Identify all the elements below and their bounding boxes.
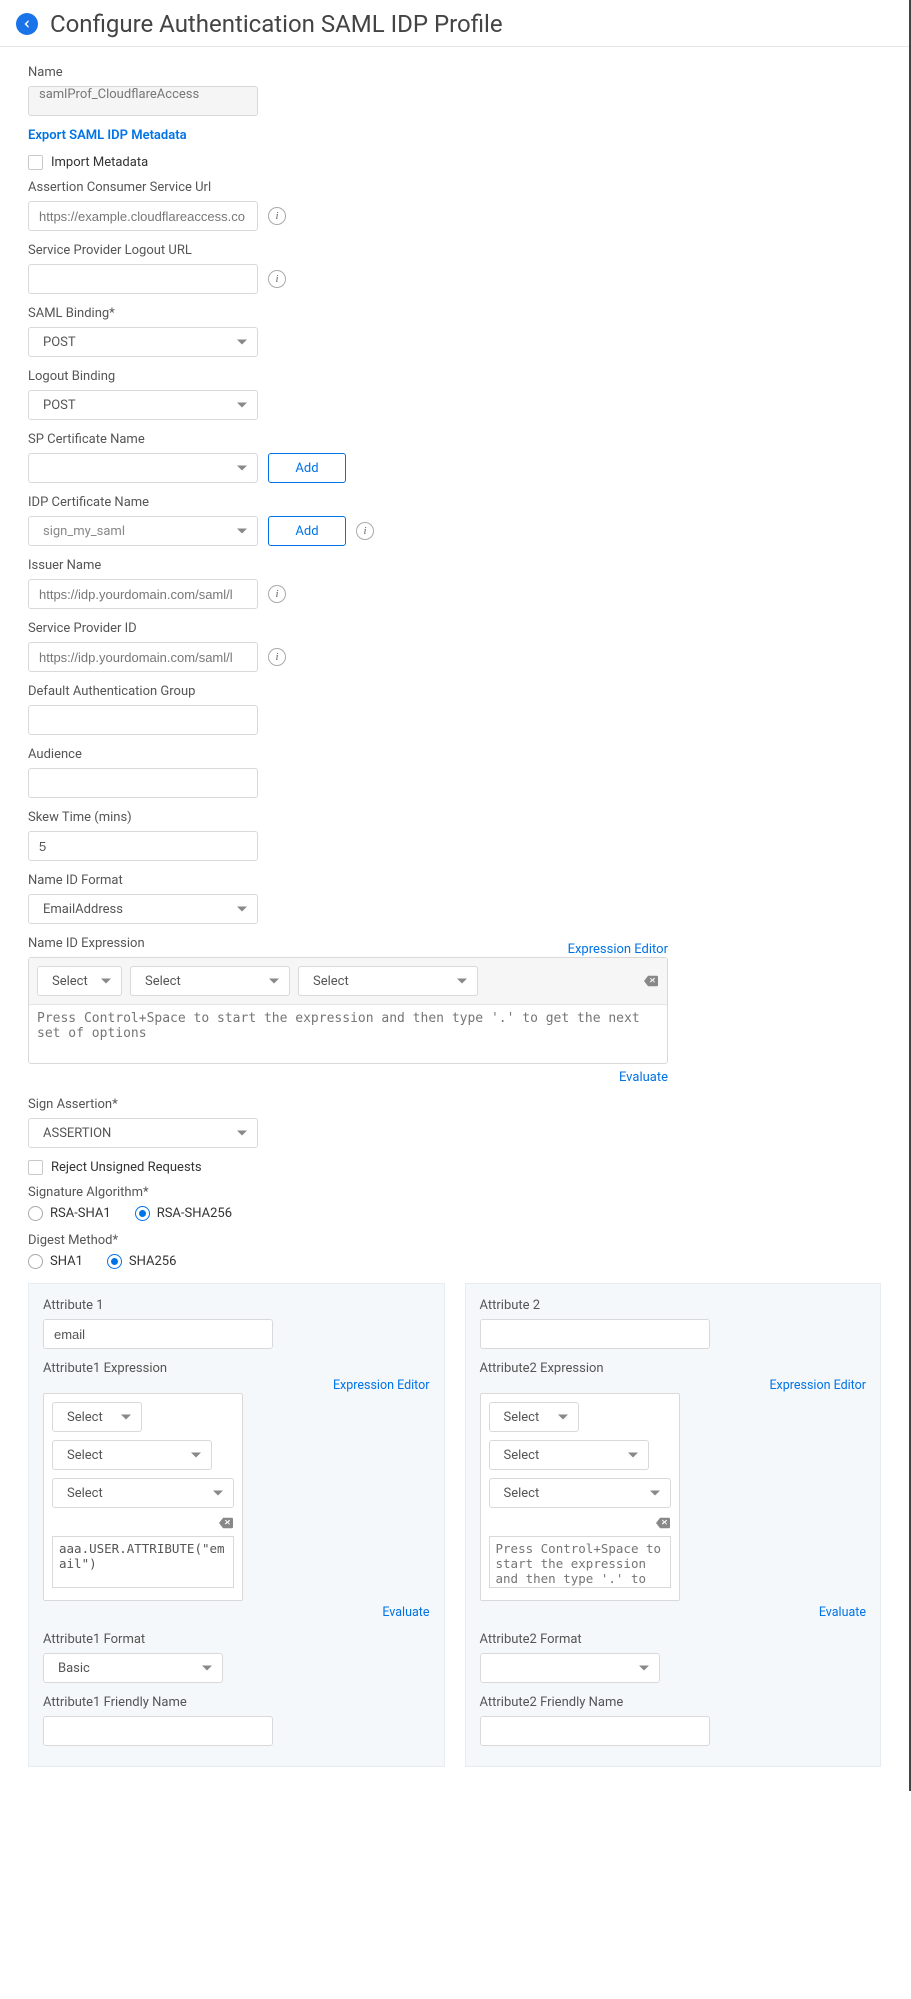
sp-cert-select[interactable] bbox=[28, 453, 258, 483]
sign-assertion-select[interactable]: ASSERTION bbox=[28, 1118, 258, 1148]
sp-logout-label: Service Provider Logout URL bbox=[28, 243, 881, 258]
name-input[interactable]: samlProf_CloudflareAccess bbox=[28, 86, 258, 116]
sig-alg-label: Signature Algorithm* bbox=[28, 1185, 881, 1200]
backspace-icon[interactable] bbox=[643, 974, 659, 988]
digest-label: Digest Method* bbox=[28, 1233, 881, 1248]
attr2-friendly-input[interactable] bbox=[480, 1716, 710, 1746]
digest-sha1-radio[interactable] bbox=[28, 1254, 43, 1269]
nameid-expr-label: Name ID Expression bbox=[28, 936, 145, 951]
import-metadata-checkbox[interactable] bbox=[28, 155, 43, 170]
nameid-expression-block: Select Select Select bbox=[28, 957, 668, 1064]
spid-input[interactable] bbox=[28, 642, 258, 672]
expression-editor-link[interactable]: Expression Editor bbox=[769, 1378, 866, 1393]
idp-cert-label: IDP Certificate Name bbox=[28, 495, 881, 510]
attr2-expression-textarea[interactable] bbox=[489, 1536, 671, 1588]
def-auth-group-label: Default Authentication Group bbox=[28, 684, 881, 699]
saml-binding-select[interactable]: POST bbox=[28, 327, 258, 357]
attr2-sel-3[interactable]: Select bbox=[489, 1478, 671, 1508]
attr1-sel-2[interactable]: Select bbox=[52, 1440, 212, 1470]
evaluate-link[interactable]: Evaluate bbox=[819, 1605, 866, 1620]
attr1-expr-label: Attribute1 Expression bbox=[43, 1361, 430, 1376]
attr2-sel-2[interactable]: Select bbox=[489, 1440, 649, 1470]
attr1-fmt-label: Attribute1 Format bbox=[43, 1632, 430, 1647]
skew-input[interactable] bbox=[28, 831, 258, 861]
sign-assertion-label: Sign Assertion* bbox=[28, 1097, 881, 1112]
sp-cert-add-button[interactable]: Add bbox=[268, 453, 346, 483]
attr1-sel-1[interactable]: Select bbox=[52, 1402, 142, 1432]
attribute1-panel: Attribute 1 Attribute1 Expression Expres… bbox=[28, 1283, 445, 1767]
evaluate-link[interactable]: Evaluate bbox=[619, 1070, 668, 1085]
info-icon[interactable]: i bbox=[268, 207, 286, 225]
back-button[interactable] bbox=[16, 13, 38, 35]
def-auth-group-input[interactable] bbox=[28, 705, 258, 735]
info-icon[interactable]: i bbox=[268, 270, 286, 288]
sig-rsa-sha1-radio[interactable] bbox=[28, 1206, 43, 1221]
attr1-format-select[interactable]: Basic bbox=[43, 1653, 223, 1683]
info-icon[interactable]: i bbox=[268, 648, 286, 666]
logout-binding-label: Logout Binding bbox=[28, 369, 881, 384]
nameid-expression-textarea[interactable] bbox=[29, 1004, 667, 1059]
nameid-format-select[interactable]: EmailAddress bbox=[28, 894, 258, 924]
export-metadata-link[interactable]: Export SAML IDP Metadata bbox=[28, 128, 187, 143]
evaluate-link[interactable]: Evaluate bbox=[382, 1605, 429, 1620]
expression-editor-link[interactable]: Expression Editor bbox=[333, 1378, 430, 1393]
sp-logout-input[interactable] bbox=[28, 264, 258, 294]
acs-input[interactable] bbox=[28, 201, 258, 231]
attr2-input[interactable] bbox=[480, 1319, 710, 1349]
idp-cert-add-button[interactable]: Add bbox=[268, 516, 346, 546]
attr2-sel-1[interactable]: Select bbox=[489, 1402, 579, 1432]
backspace-icon[interactable] bbox=[655, 1516, 671, 1530]
attribute2-panel: Attribute 2 Attribute2 Expression Expres… bbox=[465, 1283, 882, 1767]
attr1-expression-textarea[interactable] bbox=[52, 1536, 234, 1588]
skew-label: Skew Time (mins) bbox=[28, 810, 881, 825]
expression-editor-link[interactable]: Expression Editor bbox=[568, 942, 668, 957]
audience-label: Audience bbox=[28, 747, 881, 762]
audience-input[interactable] bbox=[28, 768, 258, 798]
attr2-title: Attribute 2 bbox=[480, 1298, 867, 1313]
attr2-fmt-label: Attribute2 Format bbox=[480, 1632, 867, 1647]
sp-cert-label: SP Certificate Name bbox=[28, 432, 881, 447]
digest-sha256-radio[interactable] bbox=[107, 1254, 122, 1269]
name-label: Name bbox=[28, 65, 881, 80]
page-title: Configure Authentication SAML IDP Profil… bbox=[50, 10, 503, 38]
arrow-left-icon bbox=[21, 18, 33, 30]
backspace-icon[interactable] bbox=[218, 1516, 234, 1530]
spid-label: Service Provider ID bbox=[28, 621, 881, 636]
digest-sha1-label: SHA1 bbox=[50, 1254, 83, 1269]
attr2-format-select[interactable] bbox=[480, 1653, 660, 1683]
reject-unsigned-label: Reject Unsigned Requests bbox=[51, 1160, 202, 1175]
expr-select-1[interactable]: Select bbox=[37, 966, 122, 996]
issuer-label: Issuer Name bbox=[28, 558, 881, 573]
issuer-input[interactable] bbox=[28, 579, 258, 609]
info-icon[interactable]: i bbox=[268, 585, 286, 603]
digest-sha256-label: SHA256 bbox=[129, 1254, 177, 1269]
attr1-input[interactable] bbox=[43, 1319, 273, 1349]
saml-binding-label: SAML Binding* bbox=[28, 306, 881, 321]
attr1-friendly-label: Attribute1 Friendly Name bbox=[43, 1695, 430, 1710]
attr1-friendly-input[interactable] bbox=[43, 1716, 273, 1746]
import-metadata-label: Import Metadata bbox=[51, 155, 148, 170]
attr1-title: Attribute 1 bbox=[43, 1298, 430, 1313]
sig-rsa-sha256-radio[interactable] bbox=[135, 1206, 150, 1221]
sig-rsa-sha256-label: RSA-SHA256 bbox=[157, 1206, 232, 1221]
expr-select-2[interactable]: Select bbox=[130, 966, 290, 996]
sig-rsa-sha1-label: RSA-SHA1 bbox=[50, 1206, 111, 1221]
attr2-friendly-label: Attribute2 Friendly Name bbox=[480, 1695, 867, 1710]
logout-binding-select[interactable]: POST bbox=[28, 390, 258, 420]
idp-cert-select[interactable]: sign_my_saml bbox=[28, 516, 258, 546]
info-icon[interactable]: i bbox=[356, 522, 374, 540]
expr-select-3[interactable]: Select bbox=[298, 966, 478, 996]
attr2-expr-label: Attribute2 Expression bbox=[480, 1361, 867, 1376]
acs-label: Assertion Consumer Service Url bbox=[28, 180, 881, 195]
reject-unsigned-checkbox[interactable] bbox=[28, 1160, 43, 1175]
attr1-sel-3[interactable]: Select bbox=[52, 1478, 234, 1508]
nameid-format-label: Name ID Format bbox=[28, 873, 881, 888]
